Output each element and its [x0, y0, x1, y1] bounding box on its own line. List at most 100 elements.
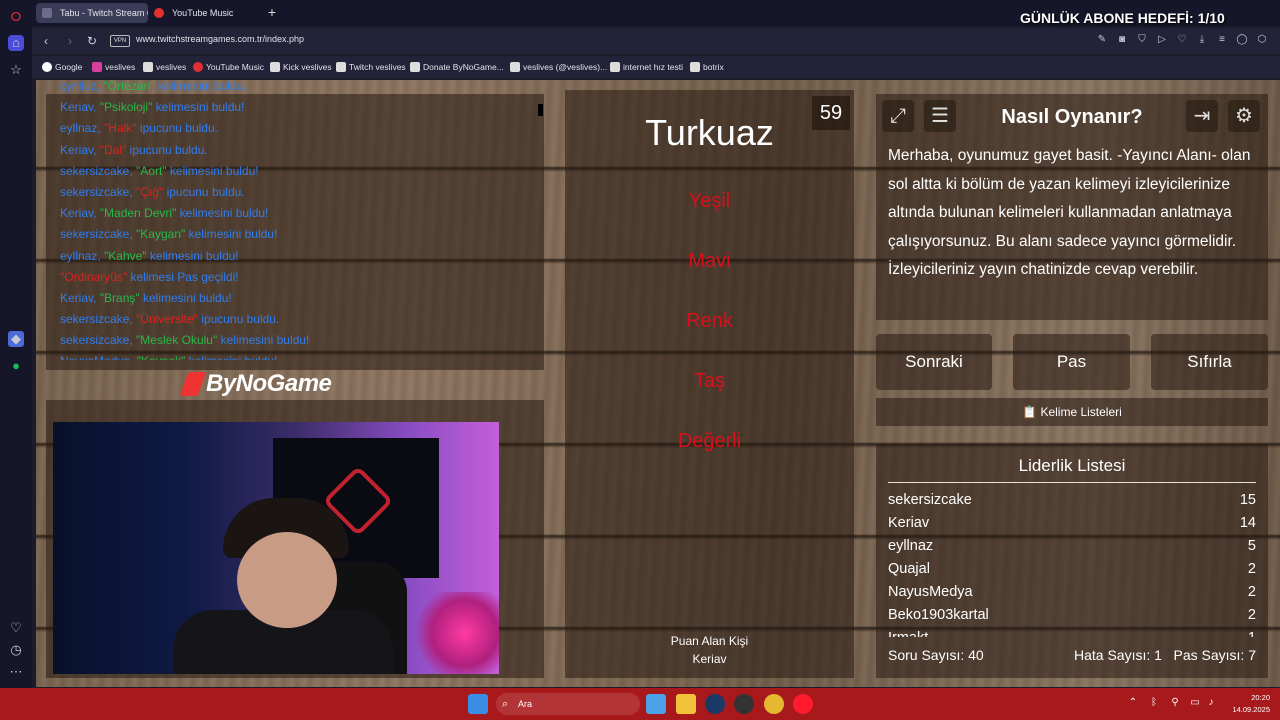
star-icon[interactable]: ☆ — [8, 62, 24, 78]
person-face — [237, 532, 337, 628]
heart-outline-icon[interactable]: ♡ — [1176, 34, 1188, 46]
bookmark-item[interactable]: Donate ByNoGame... — [410, 60, 504, 74]
microphone-icon[interactable]: ⚲ — [1170, 697, 1180, 709]
bookmark-item[interactable]: internet hız testi — [610, 60, 683, 74]
chat-user: Keriav, — [60, 100, 100, 115]
forward-icon[interactable]: › — [62, 33, 78, 49]
chat-message: kelimesini buldu! — [176, 206, 269, 221]
chrome-icon[interactable] — [764, 694, 784, 714]
widgets-icon[interactable] — [646, 694, 666, 714]
reload-icon[interactable]: ↻ — [84, 33, 100, 49]
play-icon[interactable]: ▷ — [1156, 34, 1168, 46]
heart-icon[interactable]: ♡ — [8, 620, 24, 636]
pass-button[interactable]: Pas — [1013, 334, 1130, 390]
bynogame-logo-icon — [179, 372, 207, 396]
vpn-badge[interactable]: VPN — [110, 35, 130, 47]
leaderboard-list: sekersizcake 15 Keriav 14 eyllnaz 5 Quajal 2 Nay… — [888, 489, 1256, 637]
spotify-icon[interactable]: ● — [8, 358, 24, 374]
chat-word: "Kaynak" — [137, 354, 186, 360]
shield-icon[interactable]: ⛉ — [1136, 34, 1148, 46]
bookmark-item[interactable]: Twitch veslives — [336, 60, 406, 74]
steam-icon[interactable] — [705, 694, 725, 714]
chat-line: Keriav, "Maden Devri" kelimesini buldu! — [60, 203, 540, 224]
player-name: Quajal — [888, 561, 930, 577]
chat-user: eyllnaz, — [60, 248, 105, 263]
tab-label: Tabu - Twitch Stream Gam — [60, 8, 148, 18]
new-tab-button[interactable]: + — [264, 4, 280, 20]
camera-icon[interactable]: ◙ — [1116, 34, 1128, 46]
chat-word: "Halk" — [104, 121, 137, 136]
chat-message: kelimesini buldu! — [185, 227, 278, 242]
page-icon — [270, 62, 280, 72]
menu-icon[interactable]: ≡ — [1216, 34, 1228, 46]
extensions-icon[interactable]: ⬡ — [1256, 34, 1268, 46]
player-name: Beko1903kartal — [888, 607, 989, 623]
page-icon — [610, 62, 620, 72]
bookmark-item[interactable]: YouTube Music — [193, 60, 264, 74]
chat-message: ipucunu buldu. — [126, 142, 208, 157]
chat-word: "Ordinaryüs" — [60, 269, 128, 284]
url-field[interactable]: www.twitchstreamgames.com.tr/index.php — [136, 34, 304, 44]
bookmark-item[interactable]: botrix — [690, 60, 724, 74]
history-icon[interactable]: ◷ — [8, 642, 24, 658]
chat-user: eyllnaz, — [60, 121, 105, 136]
chat-line: eyllnaz, "Halk" ipucunu buldu. — [60, 118, 540, 139]
chat-message: kelimesini buldu! — [217, 333, 310, 348]
taskbar-search[interactable]: ⌕ Ara — [496, 693, 640, 715]
subscriber-goal: GÜNLÜK ABONE HEDEFİ: 1/10 — [1020, 10, 1225, 26]
chat-word: "Örtezan" — [103, 79, 155, 93]
tray-chevron-icon[interactable]: ⌃ — [1128, 697, 1138, 709]
chat-line: sekersizcake, "Meslek Okulu" kelimesini … — [60, 330, 540, 351]
chat-line: Keriav, "Psikoloji" kelimesini buldu! — [60, 97, 540, 118]
bluetooth-icon[interactable]: ᛒ — [1149, 697, 1159, 709]
leaderboard-divider — [888, 482, 1256, 483]
windows-start-icon[interactable] — [468, 694, 488, 714]
chat-user: sekersizcake, — [60, 163, 137, 178]
file-explorer-icon[interactable] — [676, 694, 696, 714]
reset-button[interactable]: Sıfırla — [1151, 334, 1268, 390]
chat-message: ipucunu buldu. — [163, 184, 245, 199]
tab-tabu[interactable]: Tabu - Twitch Stream Gam — [36, 3, 148, 23]
player-score: 2 — [1247, 584, 1256, 600]
clock[interactable]: 20:20 14.09.2025 — [1232, 692, 1270, 716]
back-icon[interactable]: ‹ — [38, 33, 54, 49]
chat-line: Keriav, "Dal" ipucunu buldu. — [60, 140, 540, 161]
chat-user: sekersizcake, — [60, 312, 137, 327]
chat-message: ipucunu buldu. — [136, 121, 218, 136]
obs-icon[interactable] — [734, 694, 754, 714]
chat-line: cynlluz, "Örtezan" kelimesini buldu. — [60, 76, 540, 97]
chat-word: "Çığ" — [136, 184, 164, 199]
bookmark-google[interactable]: Google — [42, 60, 82, 74]
chat-user: Keriav, — [60, 290, 100, 305]
webcam-feed — [53, 422, 499, 674]
chat-line: sekersizcake, "Üniversite" ipucunu buldu… — [60, 309, 540, 330]
speaker-icon[interactable]: ♪ — [1206, 697, 1216, 709]
player-name: NayusMedya — [888, 584, 973, 600]
bookmark-item[interactable]: veslives — [143, 60, 186, 74]
word-lists-button[interactable]: 📋 Kelime Listeleri — [876, 398, 1268, 426]
next-button[interactable]: Sonraki — [876, 334, 992, 390]
monitor-icon[interactable]: ▭ — [1190, 697, 1200, 709]
chat-message: kelimesi Pas geçildi! — [127, 269, 239, 284]
chat-user: sekersizcake, — [60, 227, 137, 242]
pass-count: Pas Sayısı: 7 — [1173, 647, 1256, 663]
taboo-word: Taş — [693, 370, 726, 392]
how-to-play-text: Merhaba, oyunumuz gayet basit. -Yayıncı … — [888, 147, 1251, 278]
app-icon[interactable]: ◆ — [8, 331, 24, 347]
bookmark-item[interactable]: Kick veslives — [270, 60, 332, 74]
leaderboard-row: Irmakt 1 — [888, 627, 1256, 637]
chat-user: sekersizcake, — [60, 184, 137, 199]
download-icon[interactable]: ⤓ — [1196, 34, 1208, 46]
profile-icon[interactable]: ◯ — [1236, 34, 1248, 46]
tab-youtube-music[interactable]: YouTube Music — [148, 3, 258, 23]
home-icon[interactable]: ⌂ — [8, 35, 24, 51]
chat-line: "Ordinaryüs" kelimesi Pas geçildi! — [60, 267, 540, 288]
opera-taskbar-icon[interactable] — [793, 694, 813, 714]
chat-scrollbar[interactable] — [538, 104, 543, 116]
chat-word: "Aort" — [136, 163, 167, 178]
bookmark-item[interactable]: veslives (@veslives)... — [510, 60, 607, 74]
bookmark-item[interactable]: veslives — [92, 60, 135, 74]
opera-logo-icon[interactable]: ⭘ — [8, 9, 24, 25]
more-icon[interactable]: ⋯ — [8, 664, 24, 680]
edit-icon[interactable]: ✎ — [1096, 34, 1108, 46]
